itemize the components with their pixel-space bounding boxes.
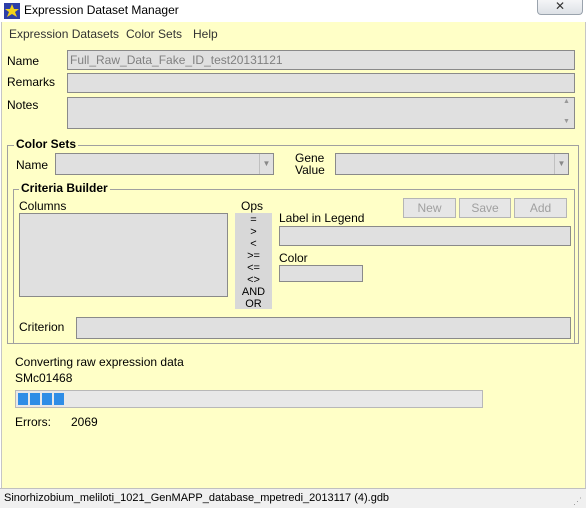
color-label: Color xyxy=(279,251,308,265)
progress-segment xyxy=(42,393,52,405)
name-field[interactable]: Full_Raw_Data_Fake_ID_test20131121 xyxy=(67,50,575,70)
op-item[interactable]: >= xyxy=(235,251,272,262)
title-bar: Expression Dataset Manager ✕ xyxy=(0,0,586,22)
menu-bar: Expression Datasets Color Sets Help xyxy=(1,25,584,43)
notes-label: Notes xyxy=(7,98,39,112)
criterion-label: Criterion xyxy=(19,320,65,334)
ops-label: Ops xyxy=(241,199,264,213)
color-set-name-combo[interactable]: ▼ xyxy=(55,153,274,175)
notes-scrollbar[interactable]: ▲ ▼ xyxy=(562,98,574,128)
criteria-builder-title: Criteria Builder xyxy=(19,181,110,195)
criterion-field[interactable] xyxy=(76,317,571,339)
add-button[interactable]: Add xyxy=(514,198,567,218)
color-sets-title: Color Sets xyxy=(14,137,79,151)
op-item[interactable]: AND xyxy=(235,287,272,298)
close-icon: ✕ xyxy=(554,0,566,13)
errors-count: 2069 xyxy=(71,415,98,429)
op-item[interactable]: OR xyxy=(235,299,272,310)
errors-label: Errors: xyxy=(15,415,51,429)
new-button[interactable]: New xyxy=(403,198,456,218)
op-item[interactable]: > xyxy=(235,227,272,238)
menu-help[interactable]: Help xyxy=(193,27,218,41)
progress-status-text: Converting raw expression data xyxy=(15,355,184,369)
label-in-legend-field[interactable] xyxy=(279,226,571,246)
name-label: Name xyxy=(7,54,40,68)
progress-segment xyxy=(18,393,28,405)
chevron-down-icon[interactable]: ▼ xyxy=(259,154,273,174)
gene-value-label-line2: Value xyxy=(295,163,325,177)
color-swatch[interactable] xyxy=(279,265,363,282)
progress-bar xyxy=(15,390,483,408)
notes-field[interactable] xyxy=(67,97,575,129)
app-icon xyxy=(4,3,20,19)
op-item[interactable]: <= xyxy=(235,263,272,274)
progress-current-item: SMc01468 xyxy=(15,371,73,385)
scroll-up-icon[interactable]: ▲ xyxy=(563,98,570,105)
menu-expression-datasets[interactable]: Expression Datasets xyxy=(9,27,119,41)
label-in-legend-label: Label in Legend xyxy=(279,211,365,225)
color-set-name-label: Name xyxy=(16,158,49,172)
scroll-down-icon[interactable]: ▼ xyxy=(563,118,570,125)
menu-color-sets[interactable]: Color Sets xyxy=(126,27,182,41)
columns-label: Columns xyxy=(19,199,67,213)
progress-segment xyxy=(54,393,64,405)
remarks-label: Remarks xyxy=(7,75,56,89)
chevron-down-icon[interactable]: ▼ xyxy=(554,154,568,174)
ops-list[interactable]: = > < >= <= <> AND OR xyxy=(235,213,272,310)
status-bar: Sinorhizobium_meliloti_1021_GenMAPP_data… xyxy=(0,488,586,508)
progress-segment xyxy=(30,393,40,405)
op-item[interactable]: = xyxy=(235,215,272,226)
window-title: Expression Dataset Manager xyxy=(24,3,179,17)
close-button[interactable]: ✕ xyxy=(537,0,583,15)
columns-list[interactable] xyxy=(19,213,228,297)
op-item[interactable]: <> xyxy=(235,275,272,286)
gene-value-combo[interactable]: ▼ xyxy=(335,153,569,175)
resize-grip-icon[interactable]: ⋰ xyxy=(573,496,583,506)
status-bar-text: Sinorhizobium_meliloti_1021_GenMAPP_data… xyxy=(4,492,390,504)
save-button[interactable]: Save xyxy=(459,198,511,218)
op-item[interactable]: < xyxy=(235,239,272,250)
remarks-field[interactable] xyxy=(67,73,575,93)
